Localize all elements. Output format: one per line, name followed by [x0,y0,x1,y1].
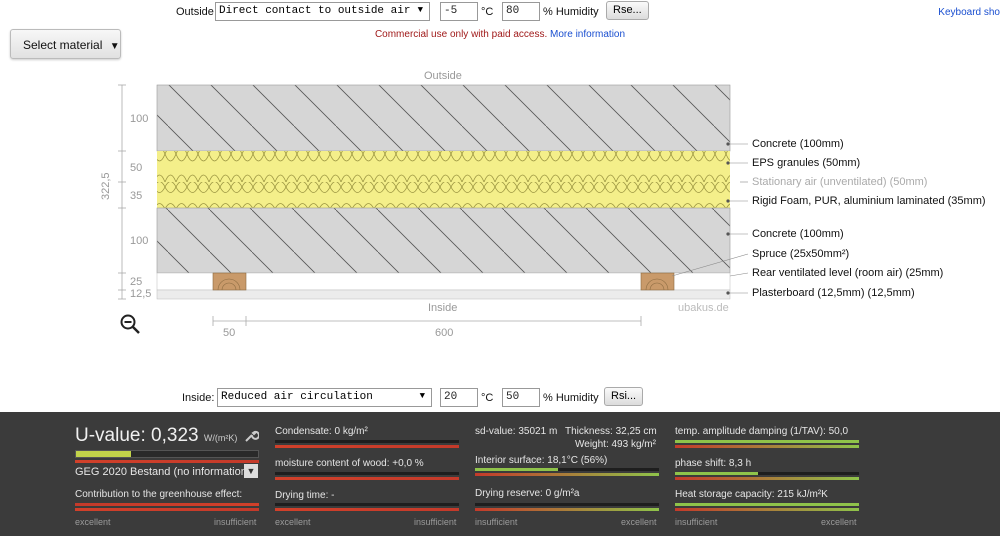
u-value-display: U-value: 0,323 W/(m²K) [75,425,237,447]
scale-insufficient: insufficient [414,517,457,527]
weight-label: Weight: 493 kg/m² [575,439,656,450]
greenhouse-bar [75,503,259,506]
drying-reserve-bar [475,503,659,506]
drying-time-label: Drying time: - [275,490,335,501]
inside-temp-input[interactable]: 20 [440,388,478,407]
wood-moisture-label: moisture content of wood: +0,0 % [275,458,424,469]
legend-item[interactable]: Rear ventilated level (room air) (25mm) [752,267,943,279]
ubakus-watermark: ubakus.de [678,302,729,314]
legend-item[interactable]: Stationary air (unventilated) (50mm) [752,176,927,188]
scale-insufficient: insufficient [675,517,718,527]
legend-item[interactable]: Concrete (100mm) [752,228,844,240]
inside-condition-select[interactable]: Reduced air circulation ▼ [217,388,432,407]
standard-select[interactable]: GEG 2020 Bestand (no information) [75,466,250,478]
thickness-label: 50 [130,162,143,174]
zoom-out-icon[interactable] [120,314,142,336]
phase-shift-bar [675,472,859,475]
thickness-label: 25 [130,276,143,288]
diagram-inside-label: Inside [428,302,458,314]
interior-surface-label: Interior surface: 18,1°C (56%) [475,455,608,466]
spruce-batten[interactable] [640,272,675,291]
drying-time-bar [275,503,459,506]
inside-label: Inside: [182,392,215,404]
thickness-label: 12,5 [130,288,152,300]
sd-value-label: sd-value: 35021 m [475,426,558,437]
spruce-batten[interactable] [212,272,247,291]
greenhouse-scale [75,508,259,511]
condensate-label: Condensate: 0 kg/m² [275,426,368,437]
wrench-icon[interactable] [243,428,259,444]
legend-item[interactable]: Plasterboard (12,5mm) (12,5mm) [752,287,915,299]
batten-width-label: 50 [223,327,236,339]
thickness-label: 100 [130,235,149,247]
heat-storage-label: Heat storage capacity: 215 kJ/m²K [675,489,828,500]
rsi-button[interactable]: Rsi... [604,387,644,406]
phase-shift-scale [675,477,859,480]
scale-excellent: excellent [275,517,311,527]
legend-item[interactable]: Spruce (25x50mm²) [752,248,849,260]
inside-humidity-label: % Humidity [543,392,599,404]
scale-excellent: excellent [621,517,657,527]
u-value-bar [75,450,259,458]
total-thickness-label: 322,5 [100,172,112,200]
scale-excellent: excellent [75,517,111,527]
heat-storage-bar [675,503,859,506]
condensate-scale [275,445,459,448]
interior-surface-fill [475,468,558,471]
u-value-number: 0,323 [151,425,199,446]
u-value-scale [75,460,259,463]
interior-surface-bar [475,468,659,471]
batten-spacing-label: 600 [435,327,454,339]
drying-reserve-scale [475,508,659,511]
drying-time-scale [275,508,459,511]
legend-item[interactable]: EPS granules (50mm) [752,157,860,169]
wood-moisture-scale [275,477,459,480]
drying-reserve-label: Drying reserve: 0 g/m²a [475,488,580,499]
legend-item[interactable]: Concrete (100mm) [752,138,844,150]
inside-humidity-input[interactable]: 50 [502,388,540,407]
layer-concrete-inner[interactable] [156,207,731,274]
u-value-bar-fill [76,451,131,457]
phase-shift-fill [675,472,758,475]
u-value-unit: W/(m²K) [203,433,238,443]
inside-condition-value: Reduced air circulation [221,391,373,403]
thickness-label: 35 [130,190,143,202]
thickness-label: 100 [130,113,149,125]
temp-amplitude-label: temp. amplitude damping (1/TAV): 50,0 [675,426,849,437]
inside-temp-unit: °C [481,392,494,404]
wood-moisture-bar [275,472,459,475]
heat-storage-scale [675,508,859,511]
thickness-label: Thickness: 32,25 cm [565,426,657,437]
interior-surface-scale [475,473,659,476]
scale-insufficient: insufficient [214,517,257,527]
u-value-label: U-value: [75,425,146,446]
scale-insufficient: insufficient [475,517,518,527]
temp-amplitude-bar [675,440,859,443]
chevron-down-icon[interactable]: ▼ [244,464,258,478]
greenhouse-label: Contribution to the greenhouse effect: [75,489,243,500]
temp-amplitude-scale [675,445,859,448]
layer-rigid-foam[interactable] [157,182,730,208]
phase-shift-label: phase shift: 8,3 h [675,458,752,469]
legend-item[interactable]: Rigid Foam, PUR, aluminium laminated (35… [752,195,986,207]
layer-concrete-outer[interactable] [156,84,731,152]
layer-plasterboard[interactable] [156,289,731,300]
scale-excellent: excellent [821,517,857,527]
condensate-bar [275,440,459,443]
layer-eps-granules[interactable] [157,151,730,182]
chevron-down-icon: ▼ [419,391,425,401]
